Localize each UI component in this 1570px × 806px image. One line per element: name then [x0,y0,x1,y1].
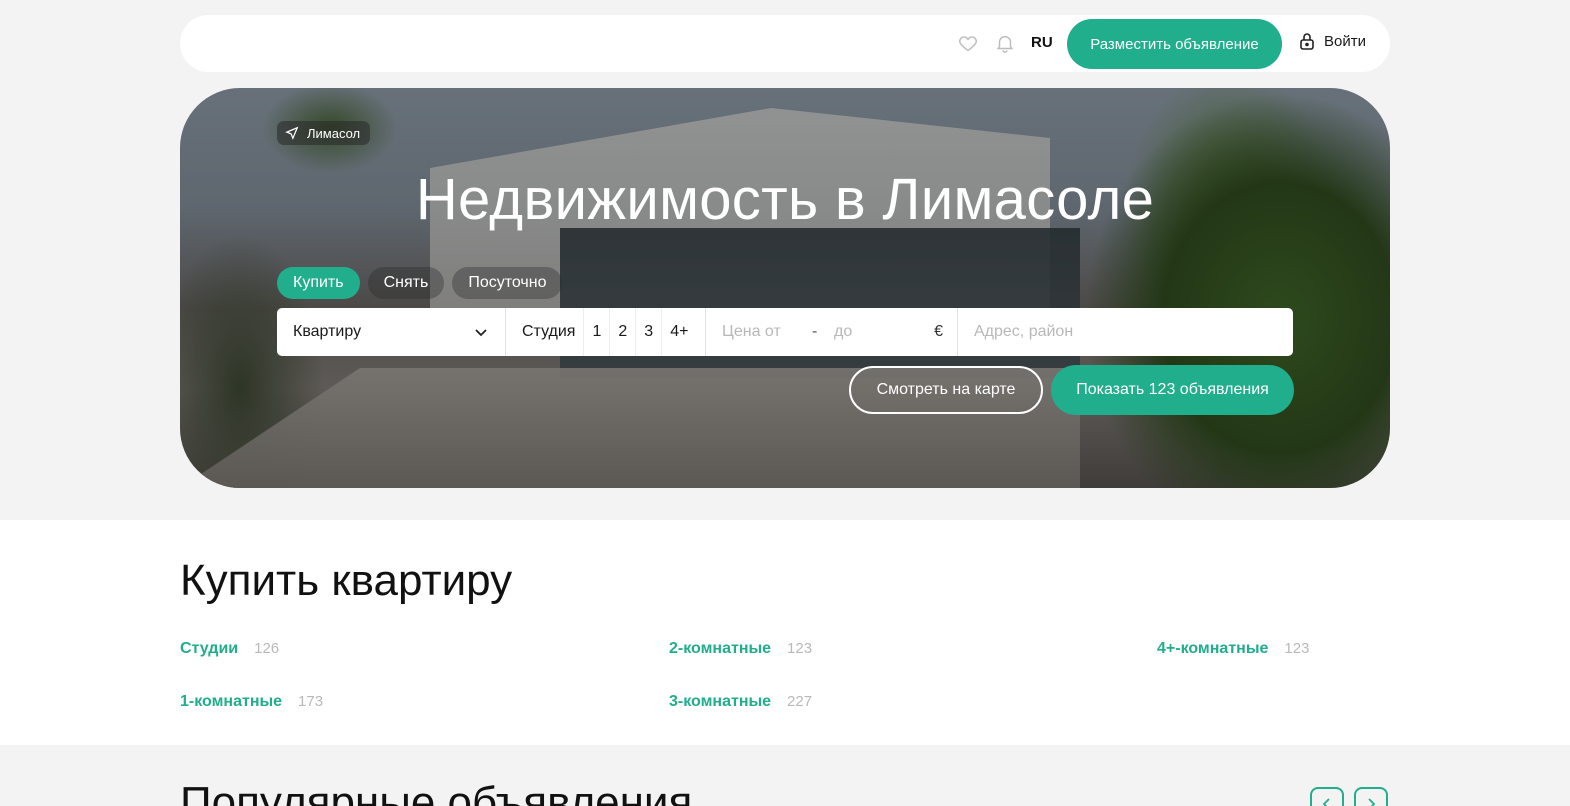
price-range: Цена от - до € [706,308,958,356]
tab-daily[interactable]: Посуточно [452,267,563,299]
category-link-3-room[interactable]: 3-комнатные 227 [669,693,812,711]
popular-section-title: Популярные объявления [180,778,693,806]
page: RU Разместить объявление Войти Лимасол Н… [0,0,1570,806]
section-title: Купить квартиру [180,556,513,605]
room-option-1[interactable]: 1 [584,308,611,356]
heart-icon[interactable] [957,32,979,54]
room-option-studio[interactable]: Студия [522,308,585,356]
category-link-4plus-room[interactable]: 4+-комнатные 123 [1157,640,1309,658]
category-label: 2-комнатные [669,640,772,657]
rooms-selector: Студия 1 2 3 4+ [506,308,706,356]
currency-label: € [934,323,943,340]
tab-buy[interactable]: Купить [277,267,360,299]
room-option-2[interactable]: 2 [610,308,637,356]
price-to-input[interactable]: до [834,323,934,341]
location-chip[interactable]: Лимасол [277,121,371,145]
category-count: 173 [298,693,324,710]
room-option-3[interactable]: 3 [636,308,663,356]
price-from-input[interactable]: Цена от [722,323,812,341]
price-separator: - [812,323,818,340]
lock-icon [1300,33,1314,50]
category-count: 227 [787,693,813,710]
chevron-down-icon [475,329,487,337]
buy-apartment-section: Купить квартиру Студии 126 1-комнатные 1… [0,520,1570,745]
navigation-arrow-icon [285,126,299,140]
category-label: Студии [180,640,239,657]
category-label: 3-комнатные [669,693,772,710]
room-option-4plus[interactable]: 4+ [662,308,696,356]
bell-icon[interactable] [994,32,1016,54]
tab-rent[interactable]: Снять [367,267,445,299]
category-link-1-room[interactable]: 1-комнатные 173 [180,693,323,711]
category-label: 1-комнатные [180,693,283,710]
top-header: RU Разместить объявление Войти [180,15,1390,72]
chevron-left-icon [1322,798,1330,806]
hero-banner: Лимасол Недвижимость в Лимасоле Купить С… [180,88,1390,488]
hero-title: Недвижимость в Лимасоле [415,167,1155,232]
property-type-select[interactable]: Квартиру [277,308,506,356]
category-count: 123 [1284,640,1310,657]
chevron-right-icon [1368,798,1376,806]
address-input[interactable]: Адрес, район [958,308,1293,356]
search-bar: Квартиру Студия 1 2 3 4+ Цена от - до € … [277,308,1293,356]
location-label: Лимасол [307,125,361,141]
post-ad-button[interactable]: Разместить объявление [1067,19,1282,69]
show-listings-button[interactable]: Показать 123 объявления [1051,365,1294,415]
carousel-next-button[interactable] [1354,787,1388,806]
category-count: 123 [787,640,813,657]
property-type-value: Квартиру [293,323,362,340]
language-switcher[interactable]: RU [1031,34,1053,51]
category-count: 126 [254,640,280,657]
login-label: Войти [1324,32,1366,50]
deal-type-tabs: Купить Снять Посуточно [277,267,563,299]
carousel-prev-button[interactable] [1310,787,1344,806]
login-button[interactable]: Войти [1299,32,1366,50]
category-link-2-room[interactable]: 2-комнатные 123 [669,640,812,658]
view-on-map-button[interactable]: Смотреть на карте [849,366,1043,414]
category-link-studios[interactable]: Студии 126 [180,640,279,658]
category-label: 4+-комнатные [1157,640,1269,657]
